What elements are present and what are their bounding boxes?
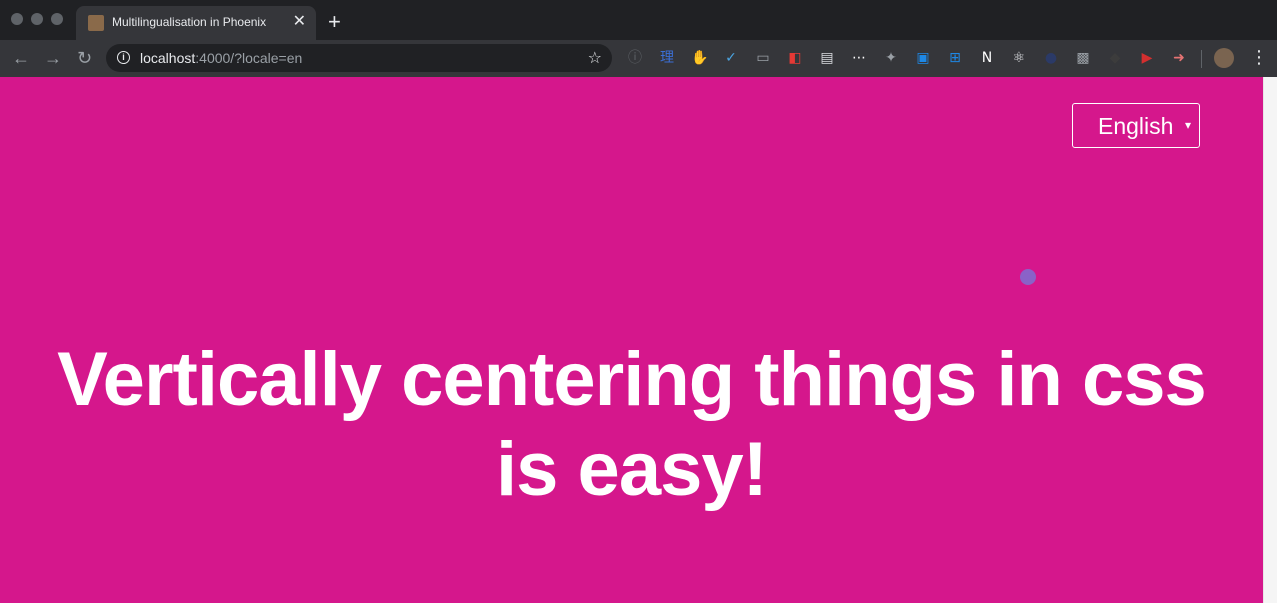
url-text[interactable]: localhost:4000/?locale=en bbox=[140, 50, 302, 66]
dark-circle-extension-icon[interactable]: ● bbox=[1043, 50, 1059, 66]
info-circle-extension-icon[interactable]: ⓘ bbox=[627, 50, 643, 66]
chinese-dictionary-extension-icon[interactable]: 理 bbox=[659, 50, 675, 66]
translate-extension-icon[interactable]: ▣ bbox=[915, 50, 931, 66]
headline-line-2: is easy! bbox=[496, 427, 768, 512]
profile-avatar[interactable] bbox=[1214, 48, 1234, 68]
language-select[interactable]: English ▾ bbox=[1072, 103, 1200, 148]
address-bar[interactable]: i localhost:4000/?locale=en ☆ bbox=[106, 44, 612, 72]
toolbar-divider bbox=[1201, 50, 1202, 68]
page-viewport: English ▾ Vertically centering things in… bbox=[0, 77, 1263, 603]
browser-menu-icon[interactable]: ⋮ bbox=[1250, 45, 1268, 69]
adblock-extension-icon[interactable]: ✋ bbox=[691, 50, 708, 66]
chevron-down-icon: ▾ bbox=[1184, 118, 1191, 132]
arrow-extension-icon[interactable]: ➜ bbox=[1171, 50, 1187, 66]
close-window-button[interactable] bbox=[11, 13, 23, 25]
browser-toolbar: ← → ↻ i localhost:4000/?locale=en ☆ ⓘ 理 ✋ ✓… bbox=[0, 40, 1277, 77]
chat-extension-icon[interactable]: ▭ bbox=[755, 50, 771, 66]
back-arrow-icon[interactable]: ← bbox=[12, 47, 30, 69]
forward-arrow-icon[interactable]: → bbox=[44, 47, 62, 69]
tab-title: Multilingualisation in Phoenix bbox=[112, 15, 267, 29]
notion-extension-icon[interactable]: N bbox=[979, 50, 995, 66]
close-tab-icon[interactable]: ✕ bbox=[293, 12, 306, 32]
briefcase-extension-icon[interactable]: ▩ bbox=[1075, 50, 1091, 66]
language-select-value: English bbox=[1098, 113, 1174, 139]
headline-line-1: Vertically centering things in css bbox=[57, 337, 1207, 422]
redux-extension-icon[interactable]: ◧ bbox=[787, 50, 803, 66]
phoenix-favicon-icon bbox=[88, 15, 104, 31]
minimize-window-button[interactable] bbox=[31, 13, 43, 25]
bookmark-star-icon[interactable]: ☆ bbox=[588, 48, 602, 68]
puzzle-extension-icon[interactable]: ✦ bbox=[883, 50, 899, 66]
tab-strip: Multilingualisation in Phoenix ✕ + bbox=[0, 0, 1277, 40]
react-devtools-extension-icon[interactable]: ⚛ bbox=[1011, 50, 1027, 66]
vertical-scrollbar[interactable] bbox=[1263, 77, 1277, 603]
youtube-extension-icon[interactable]: ▶ bbox=[1139, 50, 1155, 66]
vue-devtools-extension-icon[interactable]: ✓ bbox=[723, 50, 739, 66]
reload-icon[interactable]: ↻ bbox=[77, 47, 92, 69]
ellipsis-extension-icon[interactable]: ⋯ bbox=[851, 50, 867, 66]
browser-tab[interactable]: Multilingualisation in Phoenix ✕ bbox=[76, 6, 316, 40]
page-headline: Vertically centering things in css is ea… bbox=[0, 335, 1263, 515]
url-path: :4000/?locale=en bbox=[195, 50, 303, 66]
url-host: localhost bbox=[140, 50, 196, 66]
grid-extension-icon[interactable]: ⊞ bbox=[947, 50, 963, 66]
mouse-cursor-indicator bbox=[1020, 269, 1036, 285]
document-extension-icon[interactable]: ▤ bbox=[819, 50, 835, 66]
maximize-window-button[interactable] bbox=[51, 13, 63, 25]
dark-extension-icon[interactable]: ◆ bbox=[1107, 50, 1123, 66]
site-info-icon[interactable]: i bbox=[117, 51, 130, 64]
new-tab-button[interactable]: + bbox=[328, 8, 341, 36]
